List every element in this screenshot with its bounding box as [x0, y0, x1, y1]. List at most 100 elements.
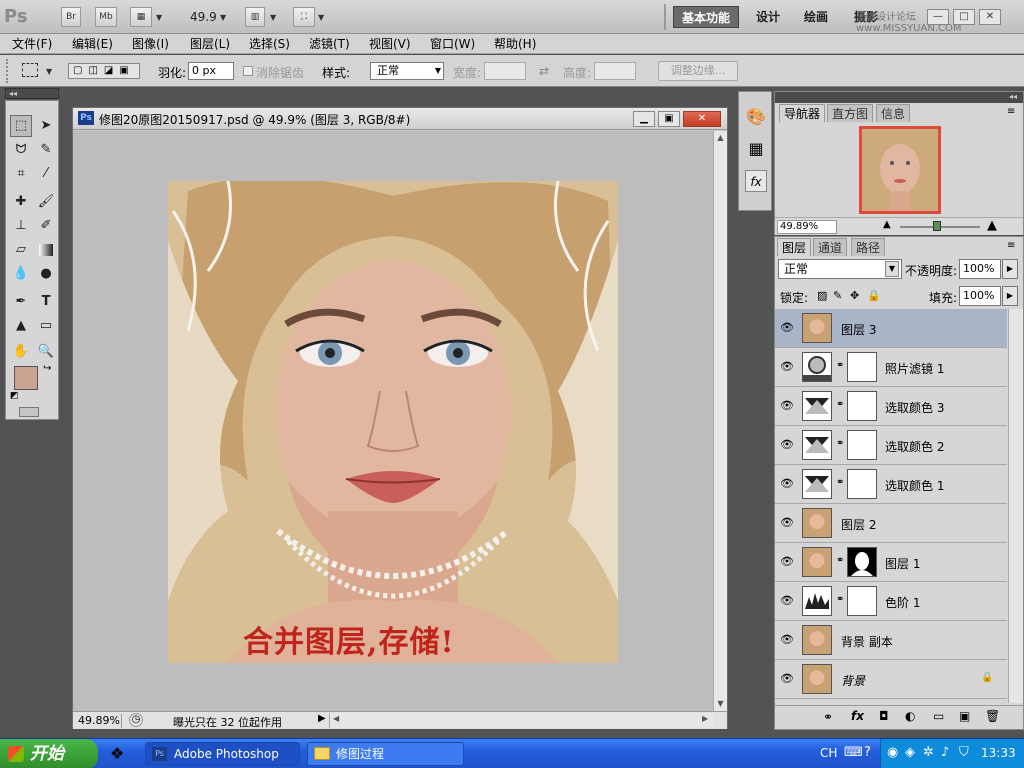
zoom-tool-icon[interactable]: 🔍	[35, 341, 57, 363]
new-group-icon[interactable]: ▭	[933, 709, 944, 723]
layer-row[interactable]: 👁 ⚭ 色阶 1	[775, 582, 1007, 621]
chevron-down-icon[interactable]: ▼	[156, 13, 162, 22]
layer-row[interactable]: 👁 背景 副本	[775, 621, 1007, 660]
history-brush-tool-icon[interactable]: ✐	[35, 215, 57, 237]
status-zoom[interactable]: 49.89%	[78, 714, 122, 728]
opacity-arrow-icon[interactable]: ▶	[1002, 259, 1018, 279]
mask-link-icon[interactable]: ⚭	[836, 477, 844, 488]
tab-info[interactable]: 信息	[876, 104, 911, 122]
screen-mode-icon[interactable]: ⛶	[293, 7, 315, 27]
help-icon[interactable]: ?	[864, 745, 871, 760]
status-info-icon[interactable]: ◷	[129, 713, 143, 727]
status-menu-arrow-icon[interactable]: ▶	[318, 713, 326, 724]
scroll-left-icon[interactable]: ◀	[333, 714, 339, 723]
fill-input[interactable]: 100%	[959, 286, 1001, 306]
refine-edge-button[interactable]: 调整边缘...	[658, 61, 738, 81]
zoom-slider-thumb[interactable]	[933, 221, 941, 231]
chevron-down-icon[interactable]: ▼	[46, 67, 52, 76]
selective-color-adjustment-icon[interactable]	[802, 469, 832, 499]
tray-shield-icon[interactable]: ⛉	[959, 745, 969, 760]
quick-launch-icon[interactable]: ❖	[110, 744, 124, 763]
clock[interactable]: 13:33	[981, 746, 1016, 760]
panel-menu-icon[interactable]: ≡	[1007, 240, 1015, 251]
mask-link-icon[interactable]: ⚭	[836, 399, 844, 410]
layer-thumbnail[interactable]	[802, 313, 832, 343]
scroll-down-icon[interactable]: ▼	[715, 699, 726, 710]
layer-row[interactable]: 👁 ⚭ 选取颜色 1	[775, 465, 1007, 504]
tab-layers[interactable]: 图层	[777, 238, 812, 256]
add-mask-icon[interactable]: ◘	[879, 709, 889, 723]
selection-mode-icons[interactable]: ▢◫◪▣	[68, 63, 140, 79]
layer-thumbnail[interactable]	[802, 508, 832, 538]
brush-tool-icon[interactable]: 🖌	[35, 191, 57, 213]
scroll-right-icon[interactable]: ▶	[702, 714, 708, 723]
start-button[interactable]: 开始	[0, 739, 98, 768]
lock-transparent-icon[interactable]: ▨	[817, 289, 827, 302]
toolbox-header[interactable]: ◂◂	[5, 88, 59, 99]
default-colors-icon[interactable]: ◩	[10, 391, 19, 401]
workspace-design[interactable]: 设计	[748, 6, 788, 28]
dodge-tool-icon[interactable]: ●	[35, 263, 57, 285]
mini-bridge-button[interactable]: Mb	[95, 7, 117, 27]
workspace-essentials[interactable]: 基本功能	[673, 6, 739, 28]
menu-file[interactable]: 文件(F)	[12, 36, 52, 52]
layer-row[interactable]: 👁 ⚭ 选取颜色 2	[775, 426, 1007, 465]
document-canvas[interactable]: 合并图层,存储! ▲ ▼	[73, 131, 727, 713]
visibility-eye-icon[interactable]: 👁	[779, 671, 795, 687]
task-folder[interactable]: 修图过程	[307, 742, 464, 766]
layer-row[interactable]: 👁 ⚭ 照片滤镜 1	[775, 348, 1007, 387]
mask-link-icon[interactable]: ⚭	[836, 555, 844, 566]
style-select[interactable]: 正常 ▼	[370, 62, 444, 80]
gradient-tool-icon[interactable]	[35, 239, 57, 261]
menu-layer[interactable]: 图层(L)	[190, 36, 230, 52]
add-style-icon[interactable]: fx	[851, 709, 864, 723]
layer-mask-thumbnail[interactable]	[847, 430, 877, 460]
lock-all-icon[interactable]: 🔒	[867, 289, 881, 302]
menu-image[interactable]: 图像(I)	[132, 36, 169, 52]
mask-link-icon[interactable]: ⚭	[836, 594, 844, 605]
navigator-thumbnail[interactable]	[859, 126, 941, 214]
visibility-eye-icon[interactable]: 👁	[779, 632, 795, 648]
zoom-in-icon[interactable]: ▲	[987, 218, 997, 233]
arrange-documents-icon[interactable]: ▥	[245, 7, 265, 27]
quick-select-tool-icon[interactable]: ✎	[35, 139, 57, 161]
layer-name[interactable]: 选取颜色 3	[885, 399, 944, 416]
quick-mask-icon[interactable]	[19, 407, 39, 417]
layer-name[interactable]: 选取颜色 1	[885, 477, 944, 494]
hand-tool-icon[interactable]: ✋	[10, 341, 32, 363]
layer-mask-thumbnail[interactable]	[847, 547, 877, 577]
levels-adjustment-icon[interactable]	[802, 586, 832, 616]
visibility-eye-icon[interactable]: 👁	[779, 320, 795, 336]
tray-volume-icon[interactable]: ♪	[941, 745, 949, 760]
link-layers-icon[interactable]: ⚭	[823, 710, 833, 724]
ime-indicator[interactable]: CH	[820, 746, 837, 760]
layer-row[interactable]: 👁 背景 🔒	[775, 660, 1007, 699]
swap-colors-icon[interactable]: ↪	[43, 363, 51, 374]
chevron-down-icon[interactable]: ▼	[318, 13, 324, 22]
layer-row[interactable]: 👁 图层 3	[775, 309, 1007, 348]
lock-image-icon[interactable]: ✎	[833, 289, 842, 302]
layer-thumbnail[interactable]	[802, 664, 832, 694]
layer-row[interactable]: 👁 ⚭ 图层 1	[775, 543, 1007, 582]
new-adjustment-icon[interactable]: ◐	[905, 709, 915, 723]
blur-tool-icon[interactable]: 💧	[10, 263, 32, 285]
new-layer-icon[interactable]: ▣	[959, 709, 970, 723]
layer-name[interactable]: 背景	[841, 672, 865, 689]
tray-star-icon[interactable]: ✲	[923, 745, 934, 760]
scroll-up-icon[interactable]: ▲	[715, 133, 726, 144]
options-grip[interactable]	[6, 59, 9, 83]
layer-list-scrollbar[interactable]	[1008, 309, 1023, 703]
menu-window[interactable]: 窗口(W)	[430, 36, 475, 52]
menu-filter[interactable]: 滤镜(T)	[309, 36, 350, 52]
opacity-input[interactable]: 100%	[959, 259, 1001, 279]
bridge-button[interactable]: Br	[61, 7, 81, 27]
menu-help[interactable]: 帮助(H)	[494, 36, 536, 52]
layer-name[interactable]: 图层 3	[841, 321, 876, 338]
pen-tool-icon[interactable]: ✒	[10, 291, 32, 313]
keyboard-icon[interactable]: ⌨	[844, 745, 863, 760]
selective-color-adjustment-icon[interactable]	[802, 391, 832, 421]
mask-link-icon[interactable]: ⚭	[836, 438, 844, 449]
layer-name[interactable]: 图层 2	[841, 516, 876, 533]
shape-tool-icon[interactable]: ▭	[35, 315, 57, 337]
visibility-eye-icon[interactable]: 👁	[779, 593, 795, 609]
